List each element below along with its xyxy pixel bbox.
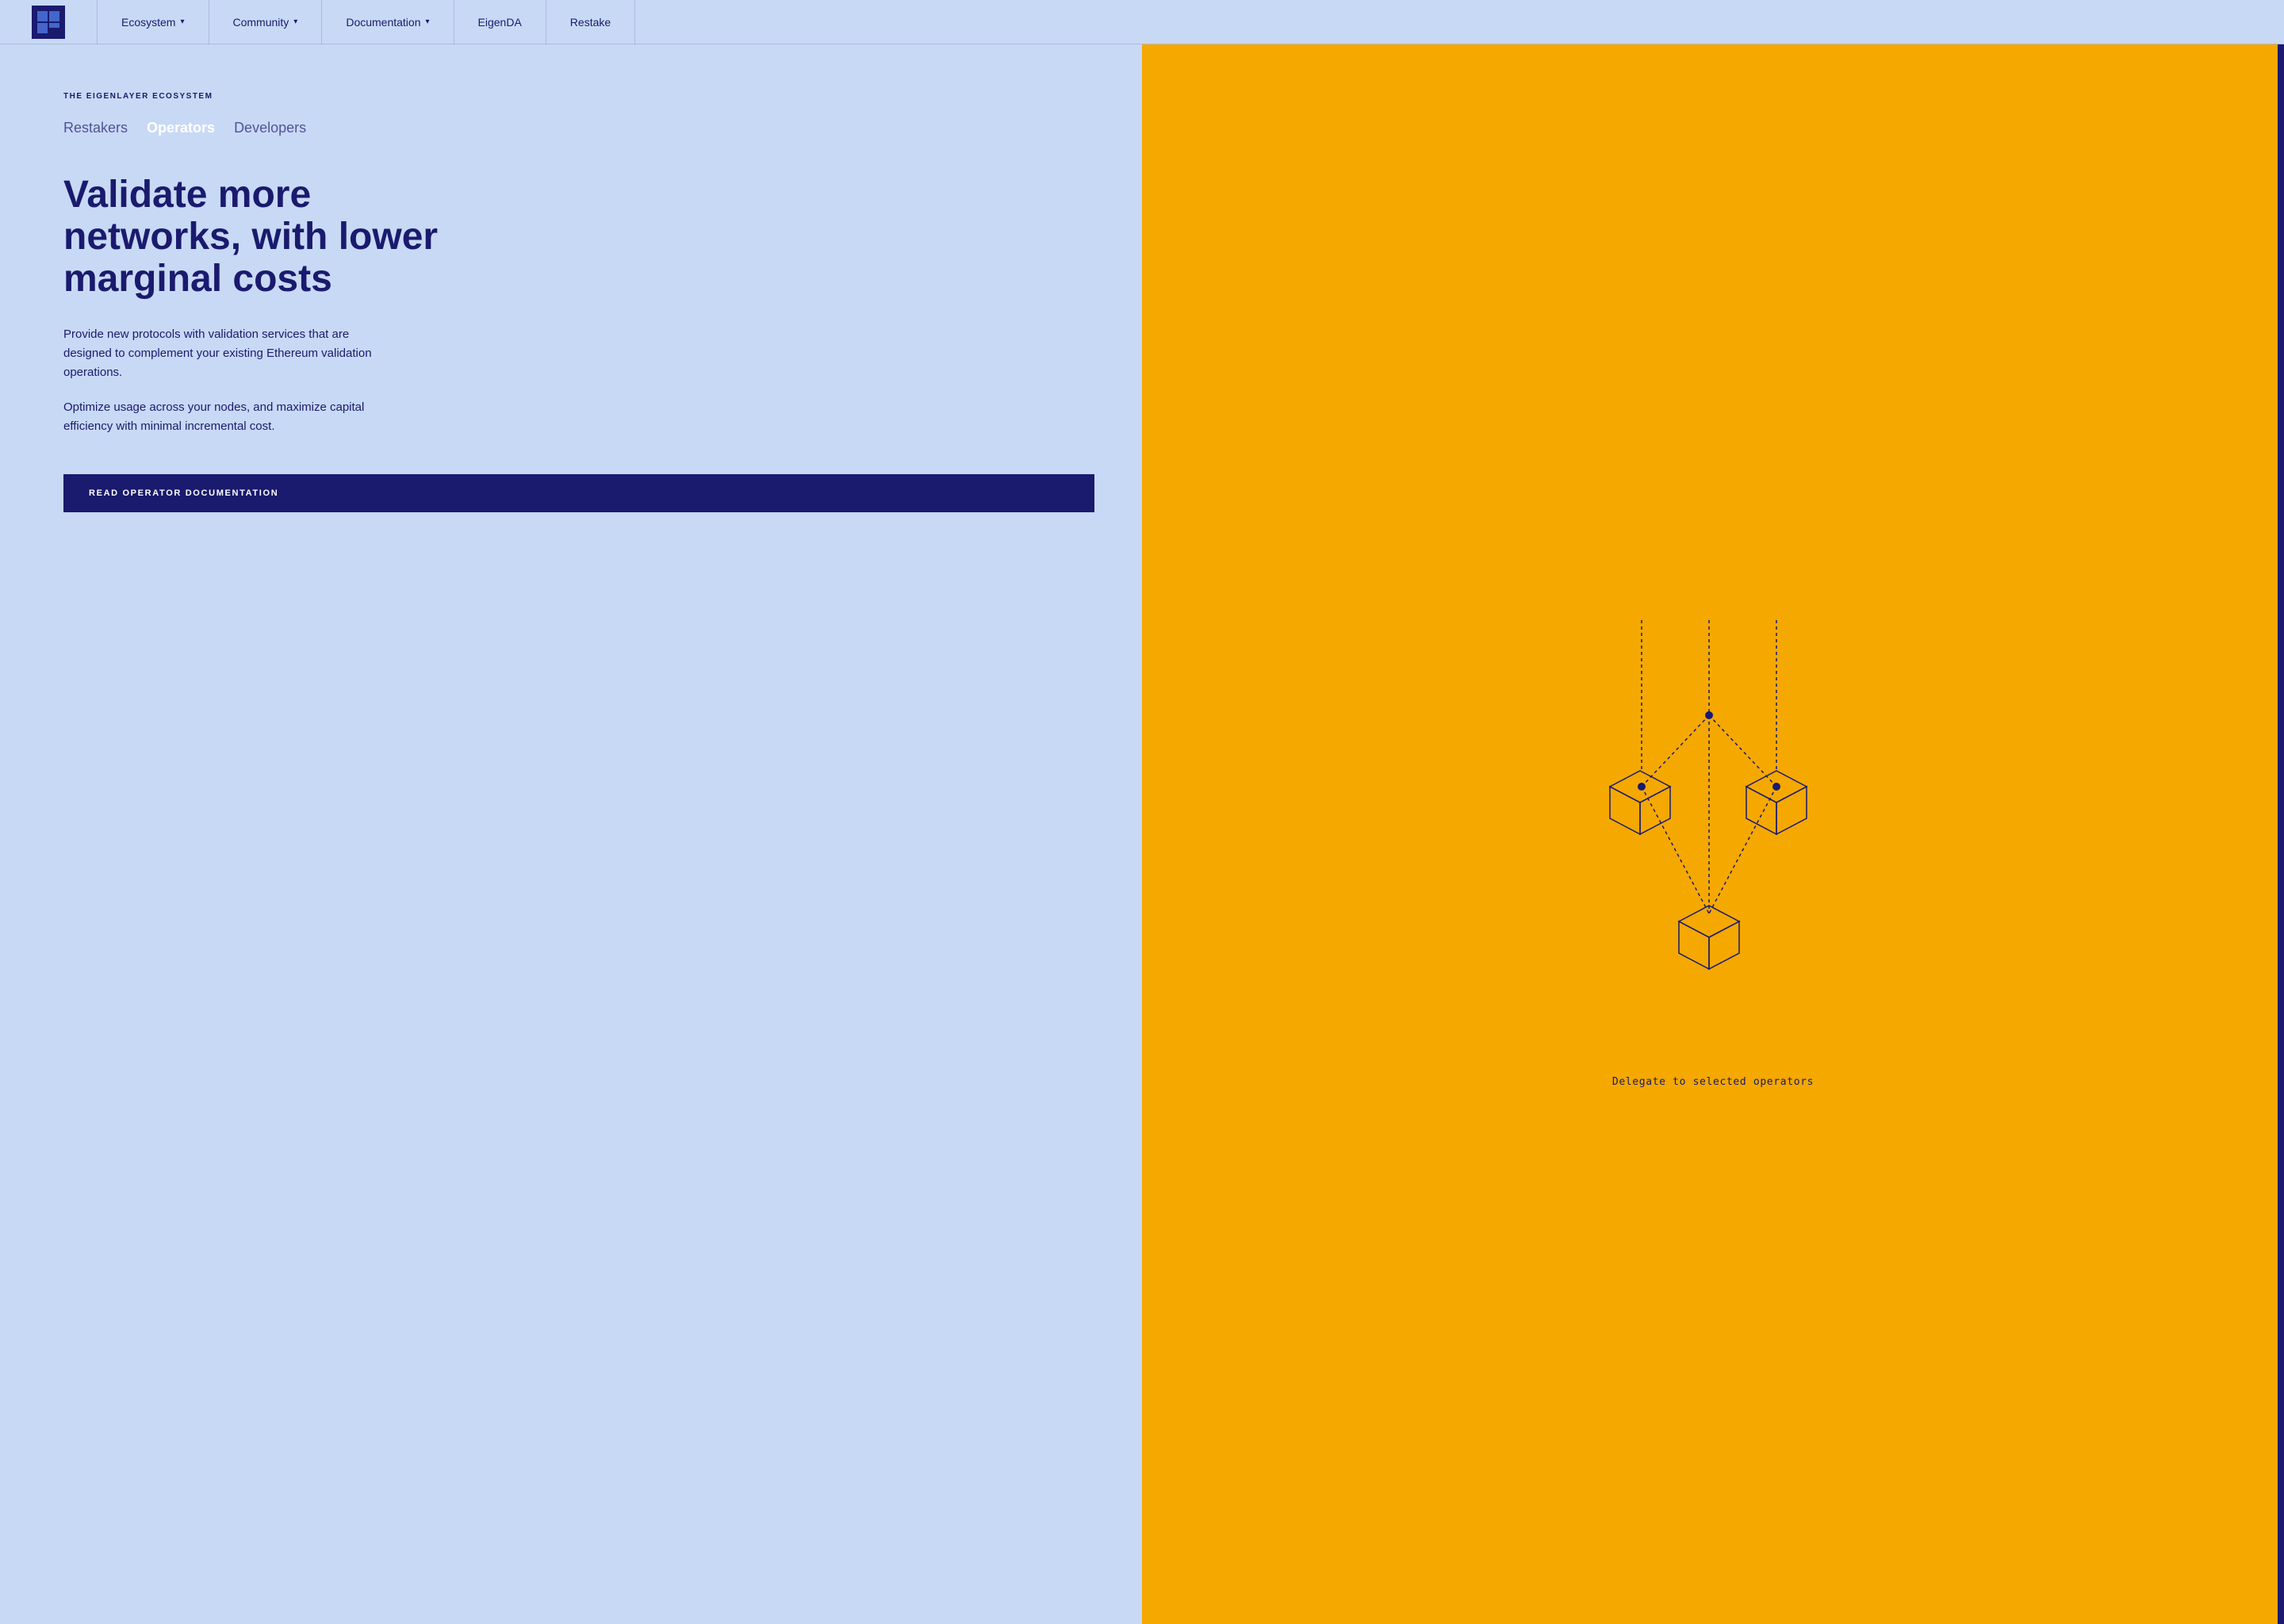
- tab-developers[interactable]: Developers: [234, 120, 306, 136]
- page-wrapper: THE EIGENLAYER ECOSYSTEM Restakers Opera…: [0, 0, 2284, 1624]
- left-panel: THE EIGENLAYER ECOSYSTEM Restakers Opera…: [0, 44, 1142, 1624]
- navbar: Ecosystem ▾ Community ▾ Documentation ▾ …: [0, 0, 2284, 44]
- hero-description-1: Provide new protocols with validation se…: [63, 325, 397, 382]
- logo[interactable]: [32, 6, 65, 39]
- network-diagram: [1562, 612, 1864, 1040]
- hero-description-2: Optimize usage across your nodes, and ma…: [63, 398, 397, 436]
- nav-item-eigenda[interactable]: EigenDA: [454, 0, 546, 44]
- diagram-container: Delegate to selected operators: [1562, 612, 1864, 1056]
- tab-operators[interactable]: Operators: [147, 120, 215, 136]
- cta-button[interactable]: READ OPERATOR DOCUMENTATION: [63, 474, 1094, 512]
- tab-row: Restakers Operators Developers: [63, 120, 1094, 136]
- tab-restakers[interactable]: Restakers: [63, 120, 128, 136]
- hero-title: Validate more networks, with lower margi…: [63, 174, 444, 300]
- ecosystem-label: THE EIGENLAYER ECOSYSTEM: [63, 92, 1094, 101]
- right-border-accent: [2278, 44, 2284, 1624]
- nav-item-documentation[interactable]: Documentation ▾: [322, 0, 454, 44]
- diagram-label: Delegate to selected operators: [1612, 1076, 1814, 1088]
- chevron-down-icon: ▾: [180, 17, 184, 26]
- nav-links: Ecosystem ▾ Community ▾ Documentation ▾ …: [97, 0, 2252, 44]
- nav-item-ecosystem[interactable]: Ecosystem ▾: [97, 0, 209, 44]
- chevron-down-icon: ▾: [293, 17, 297, 26]
- chevron-down-icon: ▾: [426, 17, 430, 26]
- right-panel: Delegate to selected operators: [1142, 44, 2284, 1624]
- nav-item-restake[interactable]: Restake: [546, 0, 635, 44]
- nav-item-community[interactable]: Community ▾: [209, 0, 323, 44]
